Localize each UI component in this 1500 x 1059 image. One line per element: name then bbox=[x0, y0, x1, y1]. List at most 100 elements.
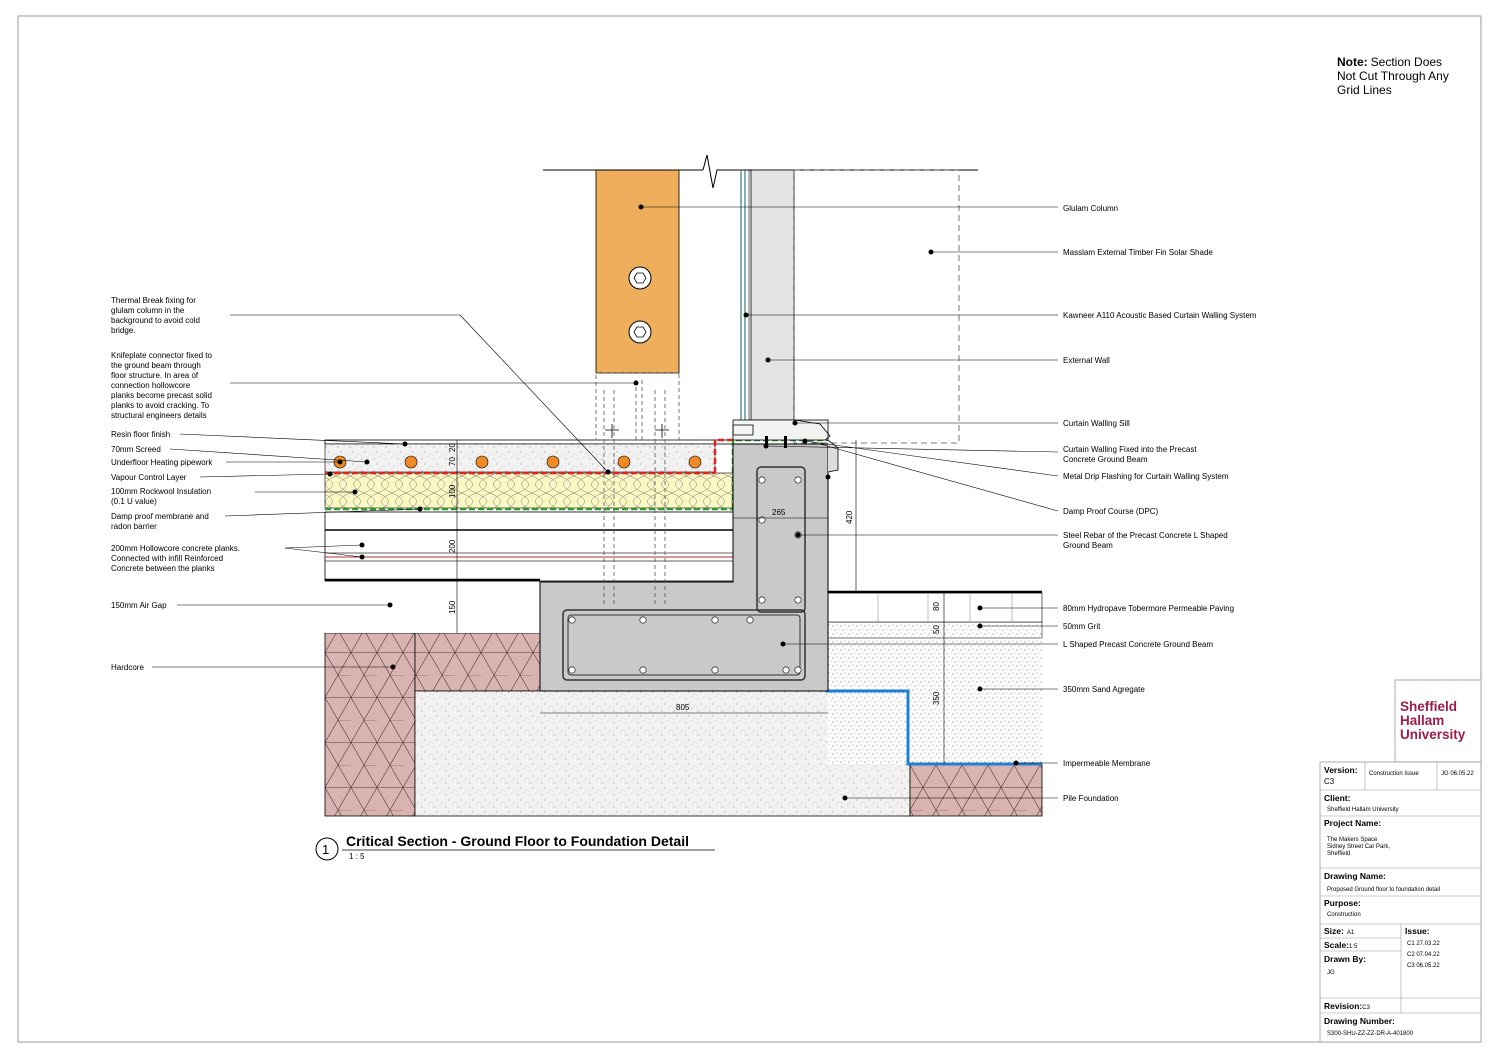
detail-title: Critical Section - Ground Floor to Found… bbox=[346, 833, 689, 849]
note-line: Not Cut Through Any bbox=[1337, 69, 1449, 83]
svg-text:Steel Rebar of the Precast Con: Steel Rebar of the Precast Concrete L Sh… bbox=[1063, 531, 1228, 540]
tb-drawing-number: S300-SHU-ZZ-ZZ-DR-A-401800 bbox=[1327, 1031, 1414, 1037]
screed-layer bbox=[324, 443, 716, 473]
note-text: Note: Section Does bbox=[1337, 55, 1442, 69]
svg-text:(0.1 U value): (0.1 U value) bbox=[111, 497, 157, 506]
label-screed: 70mm Screed bbox=[111, 445, 161, 454]
label-masslam: Masslam External Timber Fin Solar Shade bbox=[1063, 248, 1213, 257]
label-pile: Pile Foundation bbox=[1063, 794, 1119, 803]
svg-text:Ground Beam: Ground Beam bbox=[1063, 541, 1113, 550]
label-air-gap: 150mm Air Gap bbox=[111, 601, 167, 610]
hollowcore-planks bbox=[324, 511, 734, 582]
hardcore-left bbox=[324, 632, 416, 817]
logo-text: University bbox=[1400, 727, 1466, 742]
thermal-break-fixings bbox=[605, 424, 669, 438]
label-ufh: Underfloor Heating pipework bbox=[111, 458, 213, 467]
svg-text:planks to avoid cracking. To: planks to avoid cracking. To bbox=[111, 401, 210, 410]
svg-text:background to avoid cold: background to avoid cold bbox=[111, 316, 200, 325]
dim-50: 50 bbox=[932, 625, 941, 634]
tb-drawing-number-label: Drawing Number: bbox=[1324, 1016, 1395, 1026]
detail-number: 1 bbox=[322, 842, 329, 857]
logo-text: Hallam bbox=[1400, 713, 1444, 728]
air-gap bbox=[325, 582, 540, 633]
svg-text:Thermal Break fixing for: Thermal Break fixing for bbox=[111, 296, 196, 305]
label-thermal-break: Thermal Break fixing for glulam column i… bbox=[111, 296, 200, 335]
masslam-fin-outline bbox=[793, 169, 960, 444]
label-paving: 80mm Hydropave Tobermore Permeable Pavin… bbox=[1063, 604, 1234, 613]
dim-805: 805 bbox=[676, 703, 690, 712]
label-external-wall: External Wall bbox=[1063, 356, 1110, 365]
label-dpm: Damp proof membrane and radon barrier bbox=[111, 512, 209, 531]
tb-client-label: Client: bbox=[1324, 793, 1351, 803]
tb-project-label: Project Name: bbox=[1324, 818, 1381, 828]
external-wall bbox=[750, 169, 795, 421]
vcl-upstand bbox=[713, 438, 733, 473]
tb-purpose-label: Purpose: bbox=[1324, 898, 1361, 908]
svg-text:glulam column in the: glulam column in the bbox=[111, 306, 185, 315]
label-vcl: Vapour Control Layer bbox=[111, 473, 187, 482]
tb-issue: C1 27.03.22 bbox=[1407, 941, 1440, 947]
label-kawneer: Kawneer A110 Acoustic Based Curtain Wall… bbox=[1063, 311, 1257, 320]
tb-project: Sidney Street Car Park, bbox=[1327, 844, 1390, 850]
label-drip: Metal Drip Flashing for Curtain Walling … bbox=[1063, 472, 1229, 481]
rockwool-insulation bbox=[324, 472, 734, 509]
tb-drawn-by-label: Drawn By: bbox=[1324, 954, 1366, 964]
svg-text:Knifeplate connector fixed to: Knifeplate connector fixed to bbox=[111, 351, 213, 360]
dim-265: 265 bbox=[772, 508, 786, 517]
tb-version: C3 bbox=[1324, 777, 1335, 786]
label-glulam: Glulam Column bbox=[1063, 204, 1118, 213]
detail-drawing-sheet: Note: Section Does Not Cut Through Any Gr… bbox=[17, 15, 1482, 1043]
dim-420: 420 bbox=[845, 510, 854, 524]
tb-project: Sheffield bbox=[1327, 851, 1350, 857]
label-rockwool: 100mm Rockwool Insulation (0.1 U value) bbox=[111, 487, 211, 506]
tb-client: Sheffield Hallam University bbox=[1327, 807, 1399, 813]
dim-80: 80 bbox=[932, 602, 941, 611]
title-block: Sheffield Hallam University Version: C3 … bbox=[1319, 679, 1482, 1043]
dim-70: 70 bbox=[448, 457, 457, 466]
tb-version-label: Version: bbox=[1324, 765, 1358, 775]
label-resin: Resin floor finish bbox=[111, 430, 170, 439]
detail-scale: 1 : 5 bbox=[349, 852, 365, 861]
dim-100: 100 bbox=[448, 484, 457, 498]
curtain-wall-glazing bbox=[740, 170, 750, 420]
label-sand: 350mm Sand Agregate bbox=[1063, 685, 1145, 694]
dim-350: 350 bbox=[932, 691, 941, 705]
bolt-icon bbox=[628, 320, 652, 344]
hardcore-right bbox=[909, 763, 1043, 817]
dim-200: 200 bbox=[448, 539, 457, 553]
svg-text:bridge.: bridge. bbox=[111, 326, 135, 335]
svg-text:100mm Rockwool Insulation: 100mm Rockwool Insulation bbox=[111, 487, 211, 496]
label-hollowcore: 200mm Hollowcore concrete planks. Connec… bbox=[111, 544, 240, 573]
svg-text:Damp proof membrane and: Damp proof membrane and bbox=[111, 512, 209, 521]
dim-20: 20 bbox=[448, 443, 457, 452]
svg-text:radon barrier: radon barrier bbox=[111, 522, 157, 531]
bolt-icon bbox=[628, 266, 652, 290]
note-line: Grid Lines bbox=[1337, 83, 1392, 97]
svg-text:the ground beam through: the ground beam through bbox=[111, 361, 201, 370]
tb-drawn-by: JG bbox=[1327, 970, 1335, 976]
svg-text:Connected with infill Reinforc: Connected with infill Reinforced bbox=[111, 554, 223, 563]
svg-text:Curtain Walling Fixed into the: Curtain Walling Fixed into the Precast bbox=[1063, 445, 1197, 454]
dim-150: 150 bbox=[448, 600, 457, 614]
label-grit: 50mm Grit bbox=[1063, 622, 1101, 631]
tb-drawing-name: Proposed Ground floor to foundation deta… bbox=[1327, 887, 1440, 893]
tb-project: The Makers Space bbox=[1327, 837, 1378, 843]
logo-text: Sheffield bbox=[1400, 699, 1457, 714]
svg-text:Concrete between the planks: Concrete between the planks bbox=[111, 564, 215, 573]
hardcore-under-air bbox=[414, 632, 541, 692]
tb-issue: C2 07.04.22 bbox=[1407, 952, 1440, 958]
label-membrane: Impermeable Membrane bbox=[1063, 759, 1151, 768]
svg-text:connection hollowcore: connection hollowcore bbox=[111, 381, 191, 390]
label-cw-sill: Curtain Walling Sill bbox=[1063, 419, 1130, 428]
label-rebar: Steel Rebar of the Precast Concrete L Sh… bbox=[1063, 531, 1228, 550]
svg-text:floor structure. In area of: floor structure. In area of bbox=[111, 371, 199, 380]
label-knifeplate: Knifeplate connector fixed to the ground… bbox=[111, 351, 213, 420]
tb-drawing-name-label: Drawing Name: bbox=[1324, 871, 1386, 881]
svg-text:Concrete Ground Beam: Concrete Ground Beam bbox=[1063, 455, 1148, 464]
svg-text:structural engineers details: structural engineers details bbox=[111, 411, 207, 420]
tb-version-desc: Construction Issue bbox=[1369, 771, 1419, 777]
svg-text:planks become precast solid: planks become precast solid bbox=[111, 391, 212, 400]
svg-text:200mm Hollowcore concrete plan: 200mm Hollowcore concrete planks. bbox=[111, 544, 240, 553]
label-hardcore: Hardcore bbox=[111, 663, 144, 672]
tb-purpose: Construction bbox=[1327, 912, 1361, 918]
